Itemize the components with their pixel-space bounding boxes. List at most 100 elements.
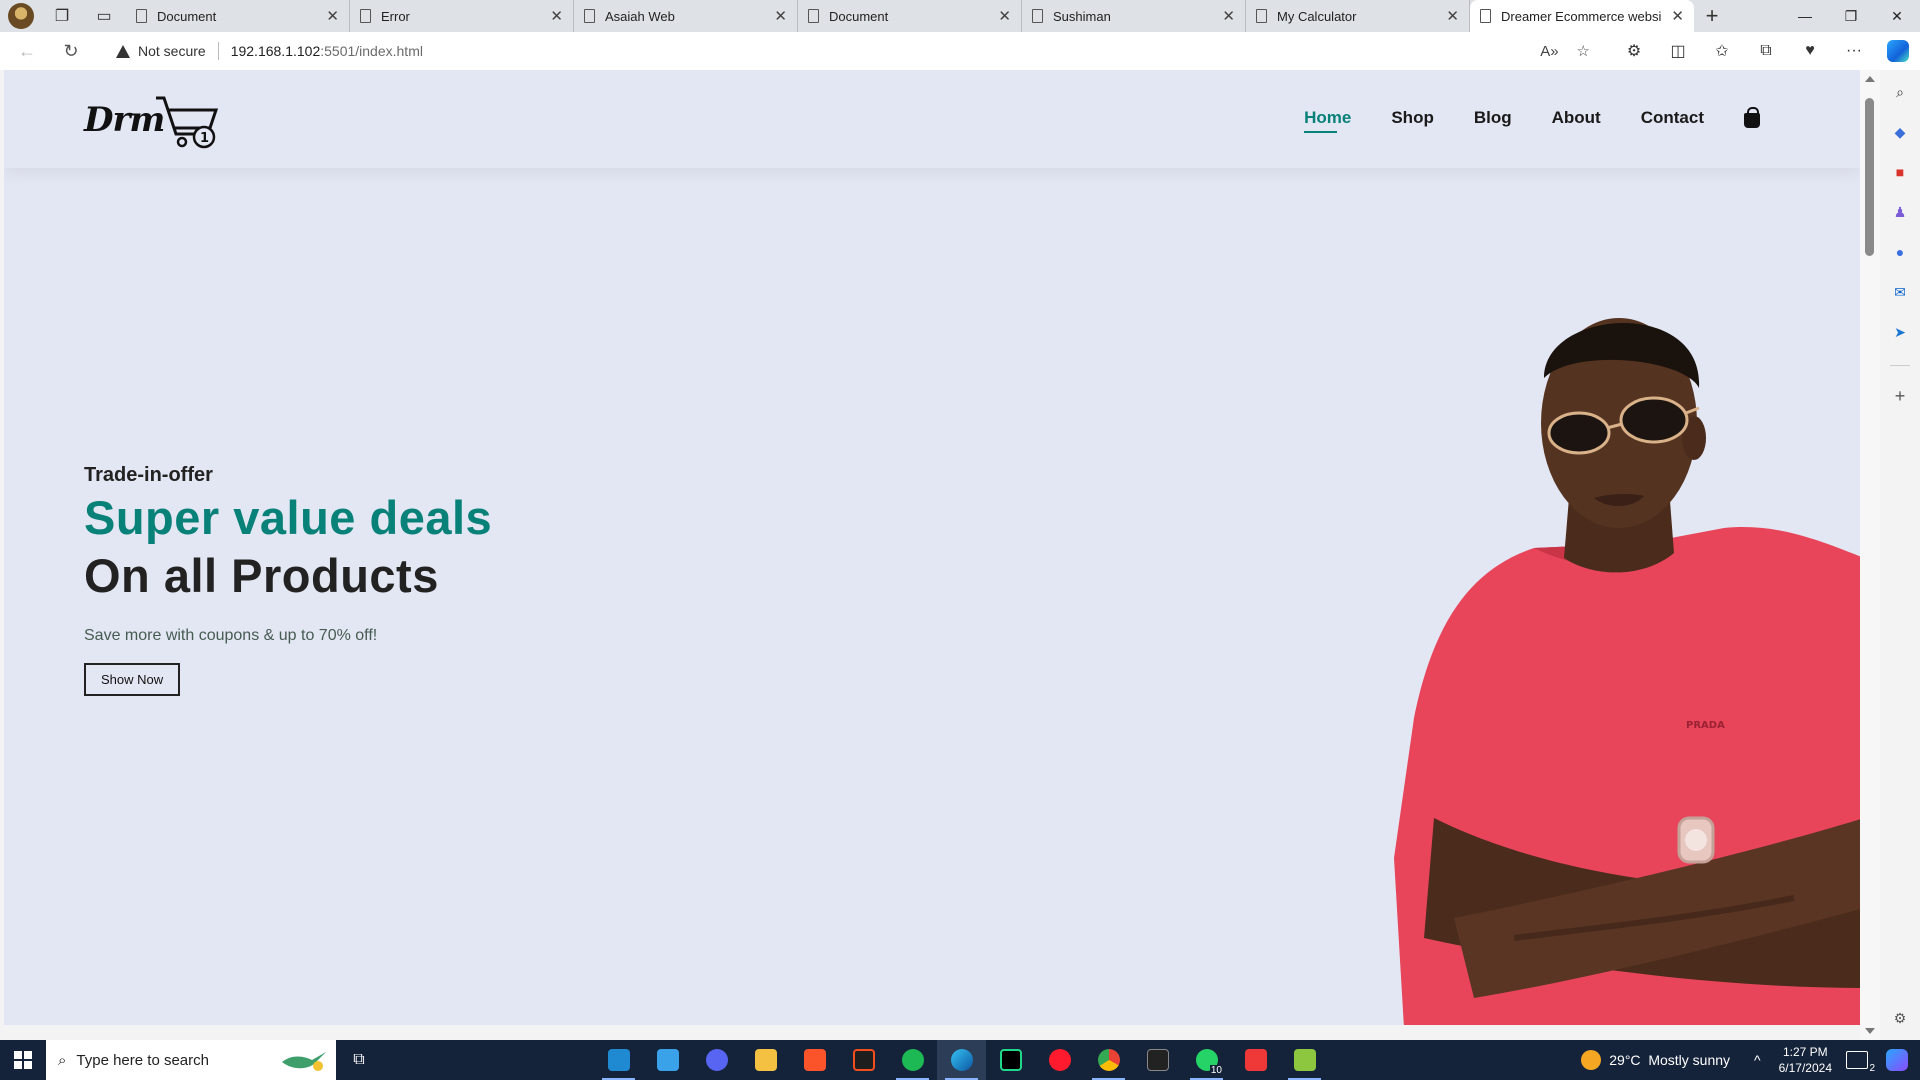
reload-icon[interactable]: ↻ (54, 34, 88, 68)
site-logo[interactable]: Drm 1 (84, 90, 224, 150)
minimize-icon[interactable]: — (1782, 0, 1828, 32)
hero-text: Trade-in-offer Super value deals On all … (84, 464, 492, 696)
copilot-taskbar-icon[interactable] (1886, 1049, 1908, 1071)
read-aloud-icon[interactable]: A» (1540, 43, 1558, 60)
browser-tab[interactable]: Asaiah Web ✕ (574, 0, 798, 32)
back-arrow-icon[interactable]: ← (10, 34, 44, 68)
figma-icon[interactable] (839, 1040, 888, 1080)
close-tab-icon[interactable]: ✕ (1671, 7, 1684, 25)
collections-icon[interactable]: ⧉ (1744, 32, 1788, 70)
profile-avatar[interactable] (8, 3, 34, 29)
tools-icon[interactable]: ■ (1890, 162, 1910, 182)
show-hidden-icons-icon[interactable]: ^ (1754, 1052, 1761, 1068)
close-tab-icon[interactable]: ✕ (326, 7, 339, 25)
system-clock[interactable]: 1:27 PM 6/17/2024 (1779, 1044, 1832, 1076)
store-icon[interactable] (643, 1040, 692, 1080)
clock-time: 1:27 PM (1782, 1045, 1828, 1059)
more-menu-icon[interactable]: ··· (1832, 32, 1876, 70)
close-tab-icon[interactable]: ✕ (998, 7, 1011, 25)
file-explorer-icon[interactable] (741, 1040, 790, 1080)
edge-icon[interactable] (937, 1040, 986, 1080)
cart-logo-icon: 1 (156, 96, 219, 149)
terminal-icon[interactable] (1133, 1040, 1182, 1080)
workspaces-icon[interactable]: ❐ (48, 2, 76, 30)
restore-icon[interactable]: ❐ (1828, 0, 1874, 32)
shopping-tag-icon[interactable]: ◆ (1890, 122, 1910, 142)
settings-gear-icon[interactable]: ⚙ (1890, 1008, 1910, 1028)
pycharm-icon[interactable] (986, 1040, 1035, 1080)
taskbar-search-placeholder: Type here to search (76, 1051, 209, 1069)
weather-text[interactable]: 29°C Mostly sunny (1609, 1052, 1730, 1068)
close-tab-icon[interactable]: ✕ (1446, 7, 1459, 25)
new-tab-button[interactable]: + (1694, 0, 1730, 32)
nav-about[interactable]: About (1552, 108, 1601, 128)
chrome-icon[interactable] (1084, 1040, 1133, 1080)
browser-tab[interactable]: My Calculator ✕ (1246, 0, 1470, 32)
shopping-bag-icon[interactable] (1744, 106, 1760, 128)
web-page: Drm 1 Home Shop Blog About Contact Trade… (4, 70, 1860, 1025)
favorite-star-icon[interactable]: ☆ (1577, 42, 1590, 60)
discord-icon[interactable] (692, 1040, 741, 1080)
browser-tab[interactable]: Error ✕ (350, 0, 574, 32)
microsoft-365-icon[interactable]: ● (1890, 242, 1910, 262)
browser-tab[interactable]: Document ✕ (126, 0, 350, 32)
notification-center-icon[interactable]: 2 (1846, 1051, 1875, 1074)
tab-list: Document ✕ Error ✕ Asaiah Web ✕ Document… (126, 0, 1730, 32)
show-now-button[interactable]: Show Now (84, 663, 181, 696)
scroll-down-icon[interactable] (1865, 1028, 1875, 1034)
task-view-icon[interactable]: ⧉ (336, 1040, 382, 1080)
vscode-icon[interactable] (594, 1040, 643, 1080)
close-window-icon[interactable]: ✕ (1874, 0, 1920, 32)
browser-tab[interactable]: Sushiman ✕ (1022, 0, 1246, 32)
nav-contact[interactable]: Contact (1641, 108, 1704, 128)
tab-actions-icon[interactable]: ▭ (90, 2, 118, 30)
outlook-icon[interactable]: ✉ (1890, 282, 1910, 302)
browser-tab-active[interactable]: Dreamer Ecommerce website ✕ (1470, 0, 1694, 32)
nav-shop[interactable]: Shop (1391, 108, 1434, 128)
search-icon[interactable]: ⌕ (1890, 82, 1910, 102)
brave-icon[interactable] (790, 1040, 839, 1080)
page-scrollbar[interactable] (1860, 70, 1880, 1040)
send-icon[interactable]: ➤ (1890, 322, 1910, 342)
start-button[interactable] (0, 1040, 46, 1080)
tab-label: Sushiman (1053, 8, 1111, 24)
opera-icon[interactable] (1035, 1040, 1084, 1080)
copilot-icon[interactable] (1876, 32, 1920, 70)
vivaldi-icon[interactable] (1231, 1040, 1280, 1080)
add-sidebar-app-icon[interactable]: + (1890, 386, 1910, 406)
winrar-icon[interactable] (1280, 1040, 1329, 1080)
extensions-icon[interactable]: ⚙ (1612, 32, 1656, 70)
clock-date: 6/17/2024 (1778, 1061, 1832, 1075)
nav-blog[interactable]: Blog (1474, 108, 1512, 128)
close-tab-icon[interactable]: ✕ (550, 7, 563, 25)
document-icon (1032, 9, 1043, 23)
tab-label: Asaiah Web (605, 8, 675, 24)
browser-tab[interactable]: Document ✕ (798, 0, 1022, 32)
hummingbird-icon (282, 1052, 326, 1071)
tab-label: Document (157, 8, 217, 24)
nav-home[interactable]: Home (1304, 108, 1351, 133)
system-tray: 29°C Mostly sunny ^ 1:27 PM 6/17/2024 2 (1581, 1040, 1920, 1080)
spotify-icon[interactable] (888, 1040, 937, 1080)
windows-taskbar: ⌕ Type here to search ⧉ 10 29°C Mostly s… (0, 1040, 1920, 1080)
browser-essentials-icon[interactable]: ♥ (1788, 32, 1832, 70)
whatsapp-icon[interactable]: 10 (1182, 1040, 1231, 1080)
scrollbar-thumb[interactable] (1865, 98, 1874, 256)
close-tab-icon[interactable]: ✕ (1222, 7, 1235, 25)
edge-sidebar: ⌕ ◆ ■ ♟ ● ✉ ➤ + ⚙ (1880, 70, 1920, 1040)
taskbar-search[interactable]: ⌕ Type here to search (46, 1040, 336, 1080)
window-controls: — ❐ ✕ (1782, 0, 1920, 32)
notification-count: 2 (1869, 1063, 1875, 1074)
favorites-icon[interactable]: ✩ (1700, 32, 1744, 70)
document-icon (360, 9, 371, 23)
browser-toolbar: ← ↻ Not secure 192.168.1.102 :5501/index… (0, 32, 1920, 70)
scroll-up-icon[interactable] (1865, 76, 1875, 82)
close-tab-icon[interactable]: ✕ (774, 7, 787, 25)
omnibox-divider (217, 42, 219, 60)
address-bar[interactable]: Not secure 192.168.1.102 :5501/index.htm… (102, 36, 1602, 66)
cart-count: 1 (200, 131, 209, 146)
games-icon[interactable]: ♟ (1890, 202, 1910, 222)
security-label[interactable]: Not secure (138, 43, 206, 59)
weather-sun-icon[interactable] (1581, 1050, 1602, 1070)
split-screen-icon[interactable]: ◫ (1656, 32, 1700, 70)
